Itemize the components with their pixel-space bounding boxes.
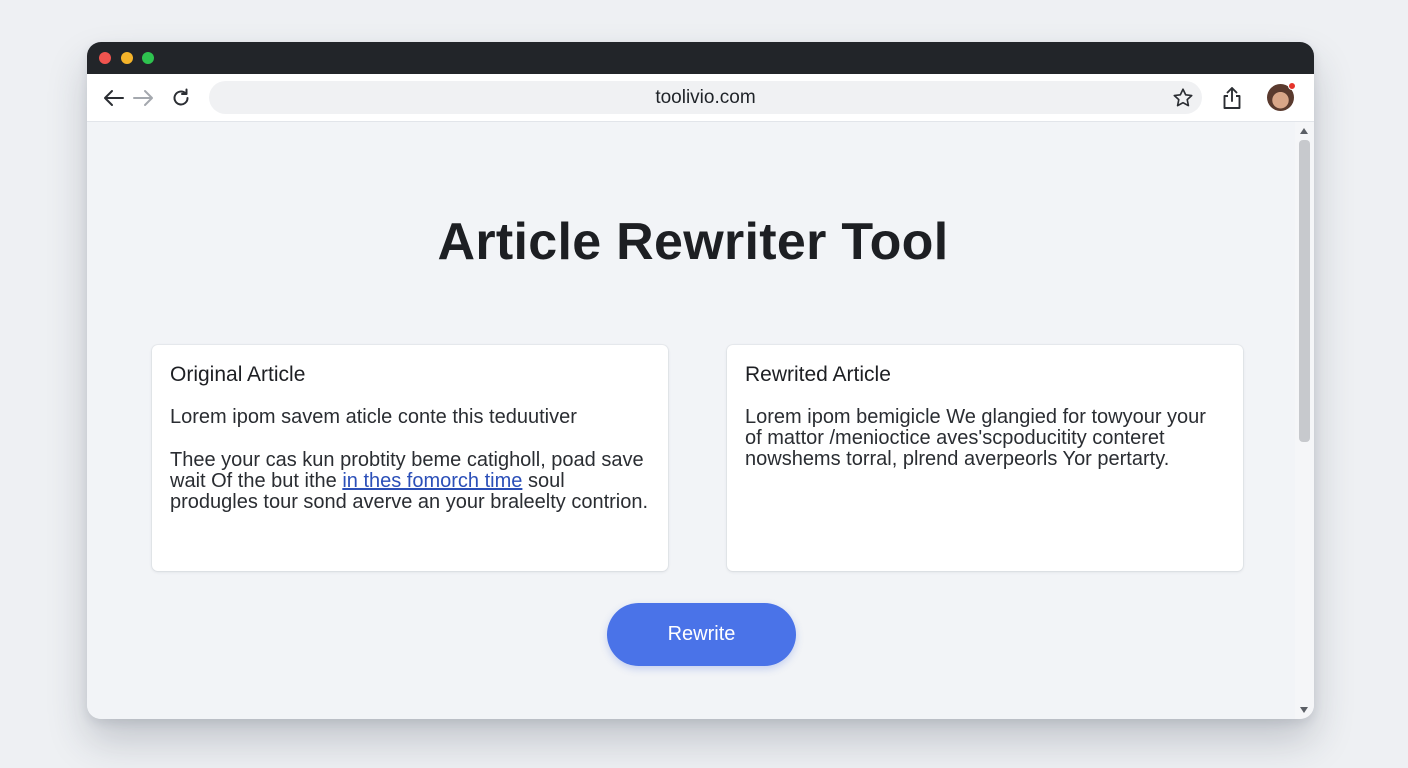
original-article-card: Original Article Lorem ipom savem aticle… [152,345,668,571]
notification-badge [1288,82,1296,90]
reload-icon[interactable] [168,85,194,111]
browser-toolbar: toolivio.com [87,74,1314,122]
address-bar[interactable]: toolivio.com [209,81,1202,114]
browser-window: toolivio.com Article Rewriter Tool Origi… [87,42,1314,719]
rewritten-article-card: Rewrited Article Lorem ipom bemigicle We… [727,345,1243,571]
rewritten-article-paragraph: Lorem ipom bemigicle We glangied for tow… [745,406,1206,470]
title-bar [87,42,1314,74]
share-icon[interactable] [1219,85,1245,111]
page-title: Article Rewriter Tool [437,213,949,271]
inline-link[interactable]: in thes fomorch time [342,470,522,492]
minimize-window-button[interactable] [121,52,133,64]
original-article-paragraph-1: Lorem ipom savem aticle conte this teduu… [170,406,577,428]
original-article-heading: Original Article [170,363,306,386]
bookmark-star-icon[interactable] [1170,85,1196,111]
scroll-up-arrow-icon[interactable] [1300,128,1308,134]
url-text: toolivio.com [655,86,756,108]
scrollbar-thumb[interactable] [1299,140,1310,442]
profile-avatar[interactable] [1267,82,1296,111]
vertical-scrollbar[interactable] [1295,122,1314,719]
page-content: Article Rewriter Tool Original Article L… [87,122,1295,719]
rewritten-article-heading: Rewrited Article [745,363,891,386]
scroll-down-arrow-icon[interactable] [1300,707,1308,713]
rewrite-button[interactable]: Rewrite [607,603,796,666]
back-arrow-icon[interactable] [101,85,127,111]
original-article-paragraph-2: Thee your cas kun probtity beme catighol… [170,450,650,513]
close-window-button[interactable] [99,52,111,64]
forward-arrow-icon[interactable] [130,85,156,111]
maximize-window-button[interactable] [142,52,154,64]
